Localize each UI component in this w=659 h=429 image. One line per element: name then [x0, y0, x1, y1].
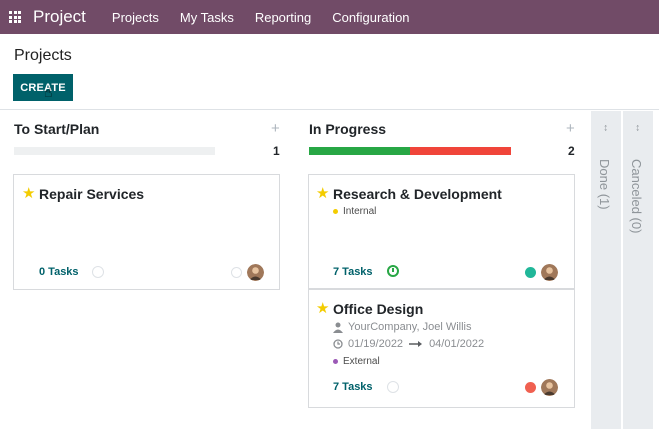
- folded-column-label[interactable]: Canceled (0): [629, 159, 644, 233]
- tag-label: Internal: [343, 206, 377, 217]
- tag-external: External: [333, 356, 380, 367]
- card-title: Office Design: [333, 301, 424, 317]
- project-card-research-development[interactable]: ★ Research & Development Internal 7 Task…: [308, 174, 575, 289]
- user-icon: [333, 322, 343, 333]
- date-end: 04/01/2022: [429, 338, 485, 350]
- column-progress-bar[interactable]: [309, 147, 511, 155]
- menu-projects[interactable]: Projects: [112, 10, 159, 25]
- tag-label: External: [343, 356, 380, 367]
- column-title: To Start/Plan: [14, 121, 100, 137]
- column-count: 2: [568, 144, 575, 158]
- star-icon[interactable]: ★: [22, 186, 35, 201]
- tasks-link[interactable]: 0 Tasks: [39, 266, 79, 278]
- create-button[interactable]: CREATE: [13, 74, 73, 101]
- tasks-link[interactable]: 7 Tasks: [333, 381, 373, 393]
- activity-clock-icon[interactable]: [387, 381, 399, 393]
- tag-internal: Internal: [333, 206, 376, 217]
- hand-cursor-icon: ☝: [44, 84, 53, 100]
- progress-green-segment[interactable]: [309, 147, 410, 155]
- folded-column-done[interactable]: ↔ Done (1): [591, 111, 621, 429]
- page-title: Projects: [14, 47, 72, 64]
- card-title: Research & Development: [333, 186, 502, 202]
- customer-name: YourCompany, Joel Willis: [348, 321, 472, 333]
- folded-column-canceled[interactable]: ↔ Canceled (0): [623, 111, 653, 429]
- status-dot-green[interactable]: [525, 267, 536, 278]
- tag-color-dot: [333, 209, 338, 214]
- control-panel: Projects CREATE ☝: [0, 34, 659, 110]
- project-card-office-design[interactable]: ★ Office Design YourCompany, Joel Willis…: [308, 289, 575, 408]
- folded-column-label[interactable]: Done (1): [597, 159, 612, 210]
- top-navbar: Project Projects My Tasks Reporting Conf…: [0, 0, 659, 34]
- clock-icon: [333, 339, 343, 349]
- menu-configuration[interactable]: Configuration: [332, 10, 409, 25]
- activity-clock-icon[interactable]: [92, 266, 104, 278]
- unfold-arrow-icon[interactable]: ↔: [601, 123, 612, 133]
- tasks-link[interactable]: 7 Tasks: [333, 266, 373, 278]
- status-dot-orange[interactable]: [525, 382, 536, 393]
- customer-line: YourCompany, Joel Willis: [333, 321, 472, 333]
- kanban-board: To Start/Plan + 1 ★ Repair Services 0 Ta…: [0, 111, 659, 429]
- column-progress-bar[interactable]: [14, 147, 215, 155]
- project-card-repair-services[interactable]: ★ Repair Services 0 Tasks: [13, 174, 280, 290]
- clock-icon[interactable]: [387, 265, 399, 277]
- menu-my-tasks[interactable]: My Tasks: [180, 10, 234, 25]
- quick-create-plus-icon[interactable]: +: [566, 120, 575, 137]
- column-title: In Progress: [309, 121, 387, 137]
- quick-create-plus-icon[interactable]: +: [271, 120, 280, 137]
- avatar[interactable]: [247, 264, 264, 281]
- unfold-arrow-icon[interactable]: ↔: [633, 123, 644, 133]
- apps-grid-icon[interactable]: [9, 11, 21, 23]
- status-circle[interactable]: [231, 267, 242, 278]
- date-range: 01/19/2022 04/01/2022: [333, 338, 484, 350]
- star-icon[interactable]: ★: [316, 186, 329, 201]
- avatar[interactable]: [541, 379, 558, 396]
- star-icon[interactable]: ★: [316, 301, 329, 316]
- progress-red-segment[interactable]: [410, 147, 511, 155]
- menu-reporting[interactable]: Reporting: [255, 10, 311, 25]
- arrow-right-icon: [409, 341, 423, 347]
- date-start: 01/19/2022: [348, 338, 404, 350]
- avatar[interactable]: [541, 264, 558, 281]
- column-count: 1: [273, 144, 280, 158]
- card-title: Repair Services: [39, 186, 145, 202]
- app-name[interactable]: Project: [33, 7, 86, 27]
- tag-color-dot: [333, 359, 338, 364]
